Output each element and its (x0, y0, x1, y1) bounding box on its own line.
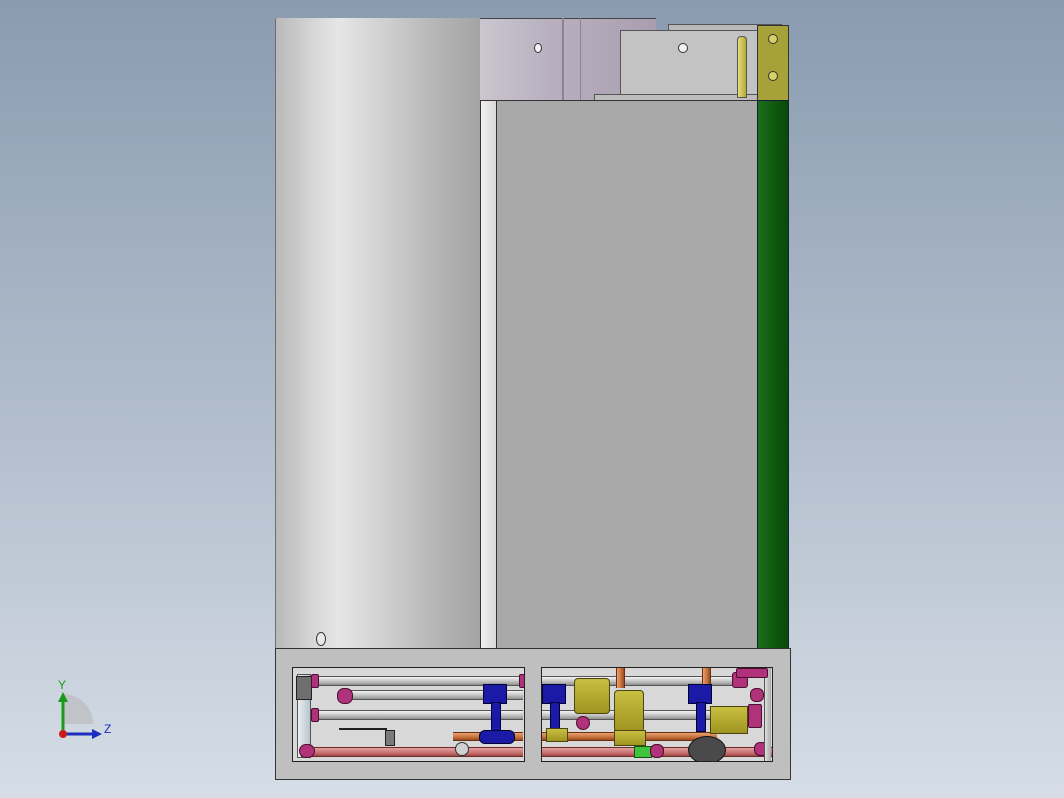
base-window-right[interactable] (541, 667, 773, 762)
brass-fitting[interactable] (546, 728, 568, 742)
solenoid-valve[interactable] (542, 684, 566, 704)
tank-seam-line (562, 18, 564, 102)
drain-plug[interactable] (455, 742, 469, 756)
valve-stem[interactable] (491, 702, 501, 732)
tank-seam-line (580, 18, 581, 102)
valve-body[interactable] (479, 730, 515, 744)
circulation-pump[interactable] (688, 736, 726, 761)
hinge-hole (768, 34, 778, 44)
copper-riser[interactable] (616, 668, 625, 688)
orientation-triad[interactable]: Y Z (46, 672, 126, 742)
tank-bolt-hole (534, 43, 542, 53)
tank-drain-hole (316, 632, 326, 646)
hinge-hole (768, 71, 778, 81)
valve-stem[interactable] (696, 702, 706, 732)
solenoid-coil[interactable] (574, 678, 610, 714)
bracket-bolt-hole (678, 43, 688, 53)
return-pipe[interactable] (301, 747, 523, 757)
front-cover-panel[interactable] (496, 100, 758, 650)
elbow-fitting[interactable] (750, 688, 764, 702)
vertical-pipe[interactable] (764, 668, 771, 761)
pipe-fitting[interactable] (311, 674, 319, 688)
cylinder-tank[interactable] (275, 18, 498, 648)
pipe-fitting[interactable] (650, 744, 664, 758)
hinge-plate[interactable] (757, 25, 789, 101)
solenoid-valve[interactable] (688, 684, 712, 704)
pressure-switch[interactable] (710, 706, 748, 734)
triad-y-label: Y (58, 678, 67, 692)
elbow-fitting[interactable] (299, 744, 315, 758)
support-rod[interactable] (737, 36, 747, 98)
ball-valve-handle[interactable] (339, 728, 387, 730)
solenoid-valve[interactable] (483, 684, 507, 704)
graphics-viewport[interactable]: Y Z (0, 0, 1064, 798)
elbow-fitting[interactable] (576, 716, 590, 730)
pipe-fitting[interactable] (311, 708, 319, 722)
solenoid-coil[interactable] (614, 690, 644, 732)
elbow-fitting[interactable] (337, 688, 353, 704)
pipe-fitting[interactable] (519, 674, 524, 688)
ball-valve[interactable] (385, 730, 395, 746)
pipe-coupling[interactable] (296, 676, 312, 700)
triad-z-label: Z (104, 722, 112, 736)
pipe-fitting[interactable] (736, 668, 768, 678)
green-side-strip[interactable] (757, 100, 789, 650)
base-window-left[interactable] (292, 667, 525, 762)
pipe-fitting[interactable] (748, 704, 762, 728)
brass-valve-body[interactable] (614, 730, 646, 746)
